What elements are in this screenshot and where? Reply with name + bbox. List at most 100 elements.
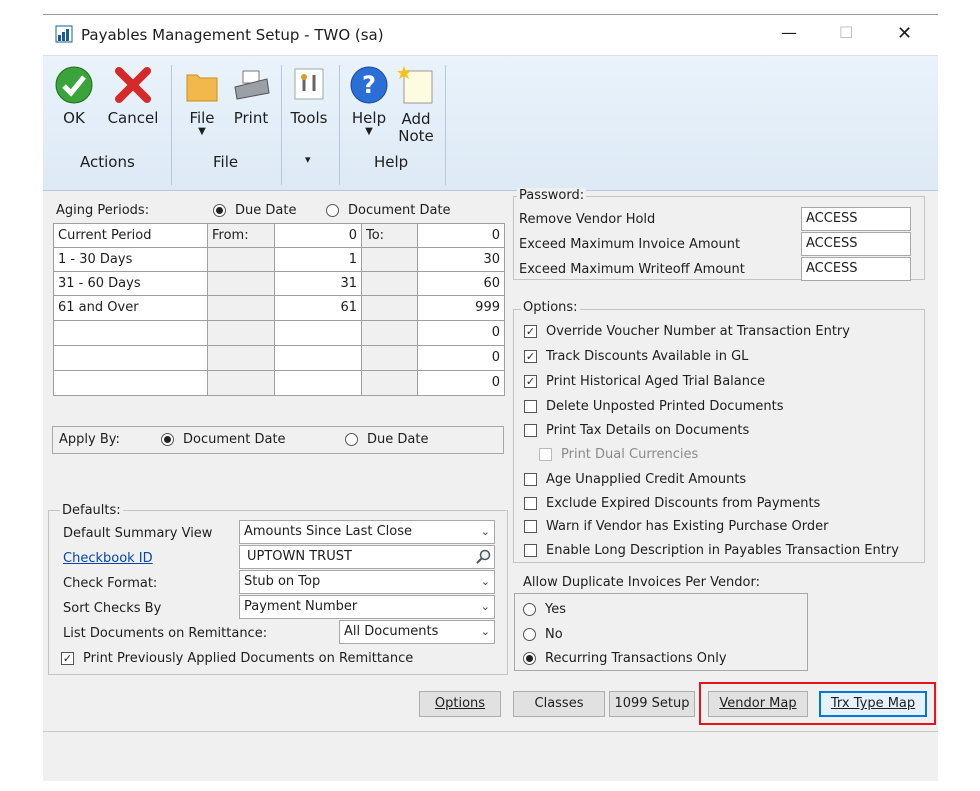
duplicate-no-radio[interactable] xyxy=(523,628,536,641)
aging-cell-to[interactable]: 0 xyxy=(418,371,505,396)
cancel-label: Cancel xyxy=(107,109,159,127)
apply-document-date-radio[interactable] xyxy=(161,433,174,446)
override-voucher-label: Override Voucher Number at Transaction E… xyxy=(546,324,850,339)
add-note-button[interactable]: Add Note xyxy=(395,65,437,145)
aging-spacer xyxy=(208,272,275,296)
age-unapplied-credit-checkbox[interactable] xyxy=(524,473,537,486)
aging-document-date-label: Document Date xyxy=(348,203,451,218)
delete-unposted-checkbox[interactable] xyxy=(524,400,537,413)
tools-button[interactable]: Tools xyxy=(289,65,329,127)
check-format-value: Stub on Top xyxy=(244,574,321,589)
cancel-button[interactable]: Cancel xyxy=(105,65,161,127)
svg-text:?: ? xyxy=(362,71,376,99)
title-bar: Payables Management Setup - TWO (sa) — ☐… xyxy=(43,15,938,56)
aging-cell-from[interactable]: 61 xyxy=(275,296,362,321)
aging-cell-from[interactable] xyxy=(275,346,362,371)
password-remove-hold-label: Remove Vendor Hold xyxy=(519,212,656,227)
chevron-down-icon: ⌄ xyxy=(480,600,490,613)
delete-unposted-label: Delete Unposted Printed Documents xyxy=(546,399,784,414)
help-dropdown-arrow: ▼ xyxy=(365,126,373,137)
password-remove-hold-field[interactable]: ACCESS xyxy=(801,207,911,231)
ribbon-separator xyxy=(445,65,446,185)
aging-cell-from[interactable] xyxy=(275,321,362,346)
summary-view-select[interactable]: Amounts Since Last Close ⌄ xyxy=(239,520,495,544)
aging-document-date-radio[interactable] xyxy=(326,204,339,217)
file-button[interactable]: File ▼ xyxy=(185,65,219,137)
password-max-writeoff-label: Exceed Maximum Writeoff Amount xyxy=(519,262,745,277)
print-tax-details-checkbox[interactable] xyxy=(524,424,537,437)
main-window: Payables Management Setup - TWO (sa) — ☐… xyxy=(43,14,938,781)
aging-due-date-radio[interactable] xyxy=(213,204,226,217)
enable-long-description-checkbox[interactable] xyxy=(524,544,537,557)
ok-button[interactable]: OK xyxy=(53,65,95,127)
sort-checks-select[interactable]: Payment Number ⌄ xyxy=(239,595,495,619)
aging-cell-period[interactable] xyxy=(54,346,208,371)
aging-periods-label: Aging Periods: xyxy=(56,203,150,218)
duplicate-recurring-radio[interactable] xyxy=(523,652,536,665)
check-format-select[interactable]: Stub on Top ⌄ xyxy=(239,570,495,594)
checkbook-id-link[interactable]: Checkbook ID xyxy=(63,551,153,566)
close-button[interactable]: ✕ xyxy=(897,23,912,44)
cancel-x-icon xyxy=(115,67,151,103)
add-note-label-2: Note xyxy=(398,127,434,145)
lookup-icon[interactable] xyxy=(475,549,491,565)
aging-cell-to[interactable]: 0 xyxy=(418,346,505,371)
duplicate-yes-label: Yes xyxy=(545,602,566,617)
print-button[interactable]: Print xyxy=(231,65,271,127)
minimize-button[interactable]: — xyxy=(781,23,797,42)
aging-cell-to[interactable]: 999 xyxy=(418,296,505,321)
warn-existing-po-checkbox[interactable] xyxy=(524,520,537,533)
aging-cell-to[interactable]: 60 xyxy=(418,272,505,296)
aging-cell-period[interactable] xyxy=(54,371,208,396)
aging-cell-from[interactable]: 0 xyxy=(275,224,362,248)
1099-setup-button[interactable]: 1099 Setup xyxy=(609,691,695,717)
print-historical-atb-checkbox[interactable]: ✓ xyxy=(524,375,537,388)
classes-button[interactable]: Classes xyxy=(513,691,605,717)
aging-cell-to[interactable]: 30 xyxy=(418,248,505,272)
trx-type-map-button[interactable]: Trx Type Map xyxy=(819,691,927,717)
exclude-expired-discounts-checkbox[interactable] xyxy=(524,497,537,510)
aging-cell-from[interactable]: 1 xyxy=(275,248,362,272)
app-icon xyxy=(55,25,73,43)
tools-group-arrow[interactable]: ▾ xyxy=(305,153,311,166)
list-documents-select[interactable]: All Documents ⌄ xyxy=(339,620,495,644)
aging-to-label: To: xyxy=(362,224,418,248)
aging-cell-period[interactable]: Current Period xyxy=(54,224,208,248)
vendor-map-button[interactable]: Vendor Map xyxy=(708,691,808,717)
group-help-label: Help xyxy=(374,153,409,171)
aging-spacer xyxy=(362,371,418,396)
aging-cell-period[interactable]: 1 - 30 Days xyxy=(54,248,208,272)
duplicate-yes-radio[interactable] xyxy=(523,603,536,616)
track-discounts-checkbox[interactable]: ✓ xyxy=(524,350,537,363)
aging-spacer xyxy=(362,296,418,321)
chevron-down-icon: ⌄ xyxy=(480,625,490,638)
ok-check-icon xyxy=(55,66,93,104)
warn-existing-po-label: Warn if Vendor has Existing Purchase Ord… xyxy=(546,519,829,534)
apply-due-date-radio[interactable] xyxy=(345,433,358,446)
override-voucher-checkbox[interactable]: ✓ xyxy=(524,325,537,338)
maximize-button[interactable]: ☐ xyxy=(839,23,853,42)
aging-cell-to[interactable]: 0 xyxy=(418,224,505,248)
aging-cell-to[interactable]: 0 xyxy=(418,321,505,346)
password-max-writeoff-field[interactable]: ACCESS xyxy=(801,257,911,281)
checkbook-id-field[interactable]: UPTOWN TRUST xyxy=(239,545,495,569)
1099-setup-button-label: 1099 Setup xyxy=(614,696,690,711)
summary-view-value: Amounts Since Last Close xyxy=(244,524,412,539)
password-max-invoice-field[interactable]: ACCESS xyxy=(801,232,911,256)
apply-due-date-label: Due Date xyxy=(367,432,429,447)
aging-cell-from[interactable] xyxy=(275,371,362,396)
aging-cell-from[interactable]: 31 xyxy=(275,272,362,296)
ribbon-separator xyxy=(339,65,340,185)
aging-spacer xyxy=(208,371,275,396)
group-file-label: File xyxy=(213,153,239,171)
aging-cell-period[interactable] xyxy=(54,321,208,346)
help-button[interactable]: ? Help ▼ xyxy=(348,65,390,137)
aging-cell-period[interactable]: 31 - 60 Days xyxy=(54,272,208,296)
aging-cell-period[interactable]: 61 and Over xyxy=(54,296,208,321)
print-previously-applied-checkbox[interactable]: ✓ xyxy=(61,652,74,665)
folder-icon xyxy=(186,74,218,102)
status-bar xyxy=(43,732,938,780)
aging-spacer xyxy=(208,296,275,321)
options-button[interactable]: Options xyxy=(419,691,501,717)
duplicate-recurring-label: Recurring Transactions Only xyxy=(545,651,727,666)
